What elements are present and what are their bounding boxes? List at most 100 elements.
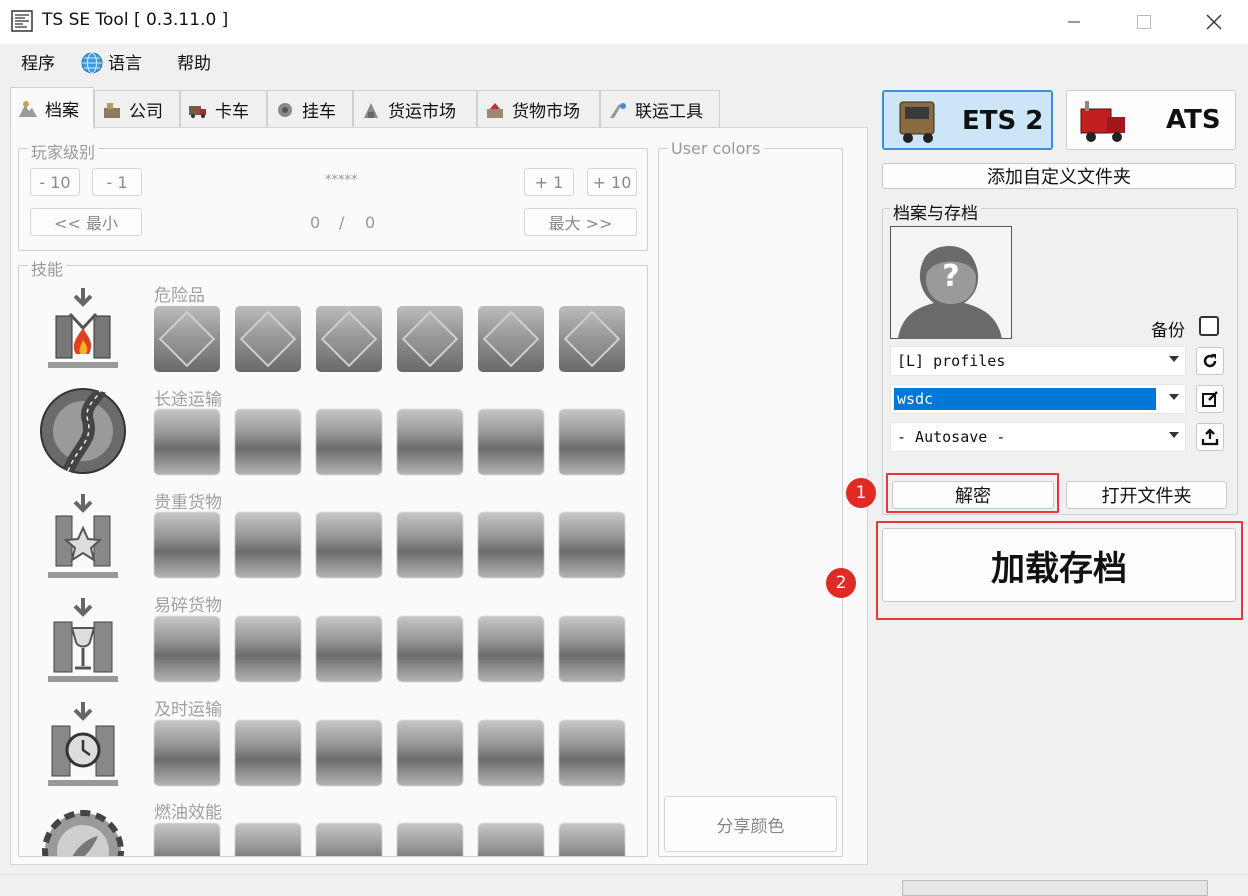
eco-driving-level-3[interactable] <box>316 823 382 856</box>
minimize-button[interactable] <box>1039 0 1109 44</box>
tab-convoy-tools[interactable]: 联运工具 <box>600 90 720 128</box>
backup-checkbox[interactable] <box>1199 316 1219 336</box>
profile-icon <box>19 100 37 117</box>
long-distance-level-5[interactable] <box>478 409 544 475</box>
fragile-level-2[interactable] <box>235 616 301 682</box>
high-value-level-4[interactable] <box>397 512 463 578</box>
just-in-time-level-4[interactable] <box>397 720 463 786</box>
fragile-level-5[interactable] <box>478 616 544 682</box>
high-value-level-6[interactable] <box>559 512 625 578</box>
eco-driving-level-4[interactable] <box>397 823 463 856</box>
adr-level-5-toxic[interactable] <box>478 306 544 372</box>
adr-level-1-explosives[interactable] <box>154 306 220 372</box>
cargo-market-icon <box>487 102 503 118</box>
level-max-button[interactable]: 最大 >> <box>524 208 637 236</box>
eco-driving-level-5[interactable] <box>478 823 544 856</box>
ats-game-button[interactable]: ATS <box>1066 90 1236 150</box>
adr-level-4-solids[interactable] <box>397 306 463 372</box>
profiles-saves-label: 档案与存档 <box>890 199 981 224</box>
just-in-time-level-6[interactable] <box>559 720 625 786</box>
window-title: TS SE Tool [ 0.3.11.0 ] <box>42 10 229 30</box>
just-in-time-level-5[interactable] <box>478 720 544 786</box>
skill-label: 长途运输 <box>154 390 222 410</box>
refresh-button[interactable] <box>1196 347 1224 375</box>
level-total: 0 <box>365 213 376 232</box>
tab-truck[interactable]: 卡车 <box>180 90 267 128</box>
fragile-level-6[interactable] <box>559 616 625 682</box>
long-distance-level-1[interactable] <box>154 409 220 475</box>
ets2-game-button[interactable]: ETS 2 <box>882 90 1053 150</box>
share-colors-button[interactable]: 分享颜色 <box>664 796 837 852</box>
tab-freight-market[interactable]: 货运市场 <box>353 90 477 128</box>
edit-profile-button[interactable] <box>1196 385 1224 413</box>
long-distance-level-3[interactable] <box>316 409 382 475</box>
load-save-button[interactable]: 加载存档 <box>882 528 1236 602</box>
upload-icon <box>1201 428 1219 446</box>
add-custom-folder-button[interactable]: 添加自定义文件夹 <box>882 163 1236 189</box>
level-plus-10-button[interactable]: + 10 <box>587 168 637 196</box>
fragile-level-1[interactable] <box>154 616 220 682</box>
maximize-icon <box>1137 15 1151 29</box>
long-distance-level-4[interactable] <box>397 409 463 475</box>
high-value-level-5[interactable] <box>478 512 544 578</box>
adr-level-3-flammable[interactable] <box>316 306 382 372</box>
ats-label: ATS <box>1166 105 1221 135</box>
minimize-icon <box>1068 21 1080 23</box>
tab-label: 卡车 <box>215 102 249 122</box>
menu-help[interactable]: 帮助 <box>177 52 211 76</box>
tab-company[interactable]: 公司 <box>94 90 180 128</box>
long-distance-level-6[interactable] <box>559 409 625 475</box>
adr-skill-icon <box>48 288 118 368</box>
level-min-button[interactable]: << 最小 <box>30 208 142 236</box>
adr-level-6-corrosive[interactable] <box>559 306 625 372</box>
high-value-level-2[interactable] <box>235 512 301 578</box>
decrypt-button[interactable]: 解密 <box>892 481 1054 509</box>
profile-folder-select[interactable]: [L] profiles <box>890 346 1186 376</box>
skill-label: 贵重货物 <box>154 493 222 513</box>
ats-truck-icon <box>1080 101 1125 142</box>
fragile-level-4[interactable] <box>397 616 463 682</box>
fragile-level-3[interactable] <box>316 616 382 682</box>
level-minus-10-button[interactable]: - 10 <box>30 168 80 196</box>
backup-label: 备份 <box>1151 321 1185 341</box>
high-value-level-3[interactable] <box>316 512 382 578</box>
just-in-time-level-2[interactable] <box>235 720 301 786</box>
eco-driving-level-1[interactable] <box>154 823 220 856</box>
maximize-button[interactable] <box>1109 0 1179 44</box>
tab-cargo-market[interactable]: 货物市场 <box>477 90 600 128</box>
profile-select[interactable]: wsdc <box>890 384 1186 414</box>
tab-label: 联运工具 <box>635 102 703 122</box>
eco-driving-level-6[interactable] <box>559 823 625 856</box>
long-distance-level-2[interactable] <box>235 409 301 475</box>
profile-folder-value: [L] profiles <box>897 352 1006 370</box>
level-minus-1-button[interactable]: - 1 <box>92 168 142 196</box>
convoy-tools-icon <box>610 102 626 118</box>
save-select[interactable]: - Autosave - <box>890 422 1186 452</box>
app-icon <box>11 10 33 32</box>
svg-text:?: ? <box>942 259 959 294</box>
tab-trailer[interactable]: 挂车 <box>267 90 353 128</box>
level-plus-1-button[interactable]: + 1 <box>524 168 574 196</box>
level-stars: ***** <box>325 173 358 188</box>
export-button[interactable] <box>1196 423 1224 451</box>
just-in-time-skill-icon <box>48 702 118 786</box>
player-level-label: 玩家级别 <box>28 139 99 163</box>
chevron-down-icon <box>1169 394 1179 400</box>
just-in-time-level-1[interactable] <box>154 720 220 786</box>
close-button[interactable] <box>1179 0 1248 44</box>
user-colors-label: User colors <box>668 139 764 158</box>
menu-program[interactable]: 程序 <box>21 52 55 76</box>
eco-driving-level-2[interactable] <box>235 823 301 856</box>
menu-language[interactable]: 语言 <box>108 52 142 76</box>
tab-label: 货物市场 <box>512 102 580 122</box>
tab-profile[interactable]: 档案 <box>10 87 94 129</box>
open-folder-button[interactable]: 打开文件夹 <box>1066 481 1227 509</box>
tab-label: 公司 <box>129 102 163 122</box>
tab-label: 档案 <box>45 101 79 121</box>
eco-driving-skill-icon <box>42 810 124 856</box>
high-value-level-1[interactable] <box>154 512 220 578</box>
step-badge-2: 2 <box>826 568 856 598</box>
adr-level-2-gases[interactable] <box>235 306 301 372</box>
just-in-time-level-3[interactable] <box>316 720 382 786</box>
long-distance-skill-icon <box>40 388 126 474</box>
